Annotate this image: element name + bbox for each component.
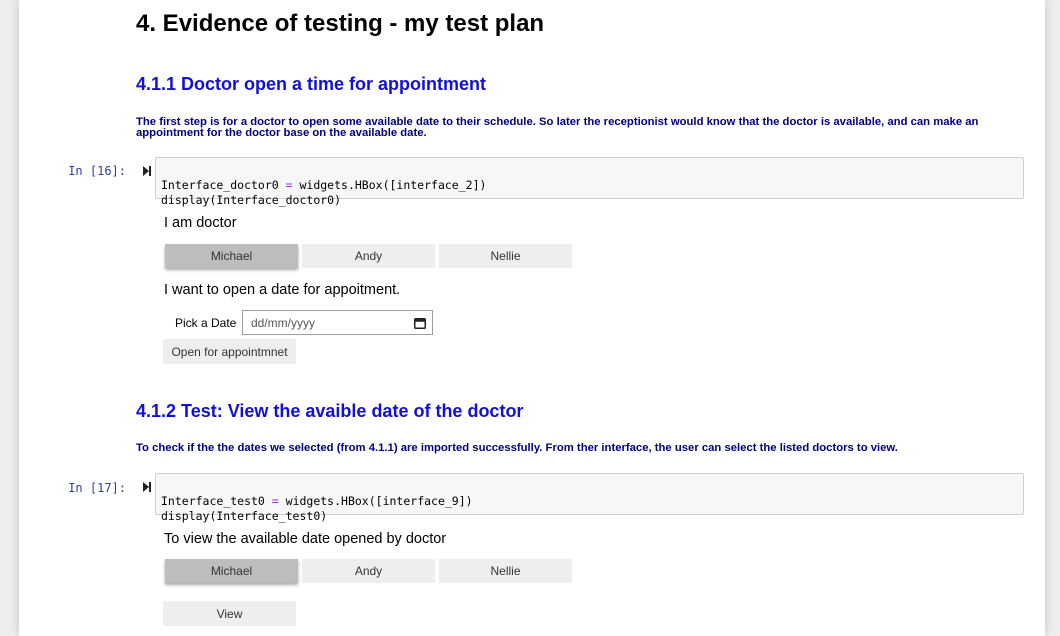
- cell-prompt-17: In [17]:: [68, 481, 126, 495]
- date-picker-label: Pick a Date: [175, 316, 237, 330]
- toggle-button-andy[interactable]: Andy: [302, 244, 435, 268]
- widget-label-open-date: I want to open a date for appoitment.: [164, 282, 401, 298]
- section-heading-4-1-1: 4.1.1 Doctor open a time for appointment: [136, 74, 487, 94]
- date-input[interactable]: dd/mm/yyyy: [242, 310, 433, 335]
- toggle-button-nellie-2[interactable]: Nellie: [439, 559, 572, 583]
- toggle-button-nellie[interactable]: Nellie: [439, 244, 572, 268]
- toggle-button-michael[interactable]: Michael: [165, 244, 298, 268]
- cell-prompt-16: In [16]:: [68, 164, 126, 178]
- code-text: widgets.HBox([interface_2]): [292, 178, 487, 192]
- code-text: Interface_test0: [161, 494, 272, 508]
- code-operator: =: [285, 178, 293, 192]
- code-cell-17[interactable]: Interface_test0 = widgets.HBox([interfac…: [155, 473, 1024, 523]
- open-for-appointment-button[interactable]: Open for appointmnet: [163, 339, 296, 364]
- code-text: widgets.HBox([interface_9]): [278, 494, 473, 508]
- run-cell-icon[interactable]: [143, 166, 151, 180]
- section-description-4-1-1: The first step is for a doctor to open s…: [136, 116, 979, 139]
- view-button[interactable]: View: [163, 601, 296, 626]
- code-cell-16[interactable]: Interface_doctor0 = widgets.HBox([interf…: [155, 157, 1024, 207]
- widget-label-doctor: I am doctor: [164, 215, 237, 231]
- code-text: display(Interface_doctor0): [161, 193, 342, 207]
- run-cell-icon[interactable]: [143, 482, 151, 496]
- calendar-icon[interactable]: [414, 317, 426, 329]
- page-title: 4. Evidence of testing - my test plan: [136, 10, 545, 37]
- section-description-4-1-2: To check if the the dates we selected (f…: [136, 442, 898, 454]
- code-text: display(Interface_test0): [161, 509, 328, 523]
- widget-label-view: To view the available date opened by doc…: [164, 531, 447, 547]
- date-input-placeholder: dd/mm/yyyy: [251, 315, 316, 330]
- toggle-button-andy-2[interactable]: Andy: [302, 559, 435, 583]
- code-operator: =: [271, 494, 279, 508]
- toggle-button-michael-2[interactable]: Michael: [165, 559, 298, 583]
- section-heading-4-1-2: 4.1.2 Test: View the avaible date of the…: [136, 401, 524, 421]
- code-text: Interface_doctor0: [161, 178, 286, 192]
